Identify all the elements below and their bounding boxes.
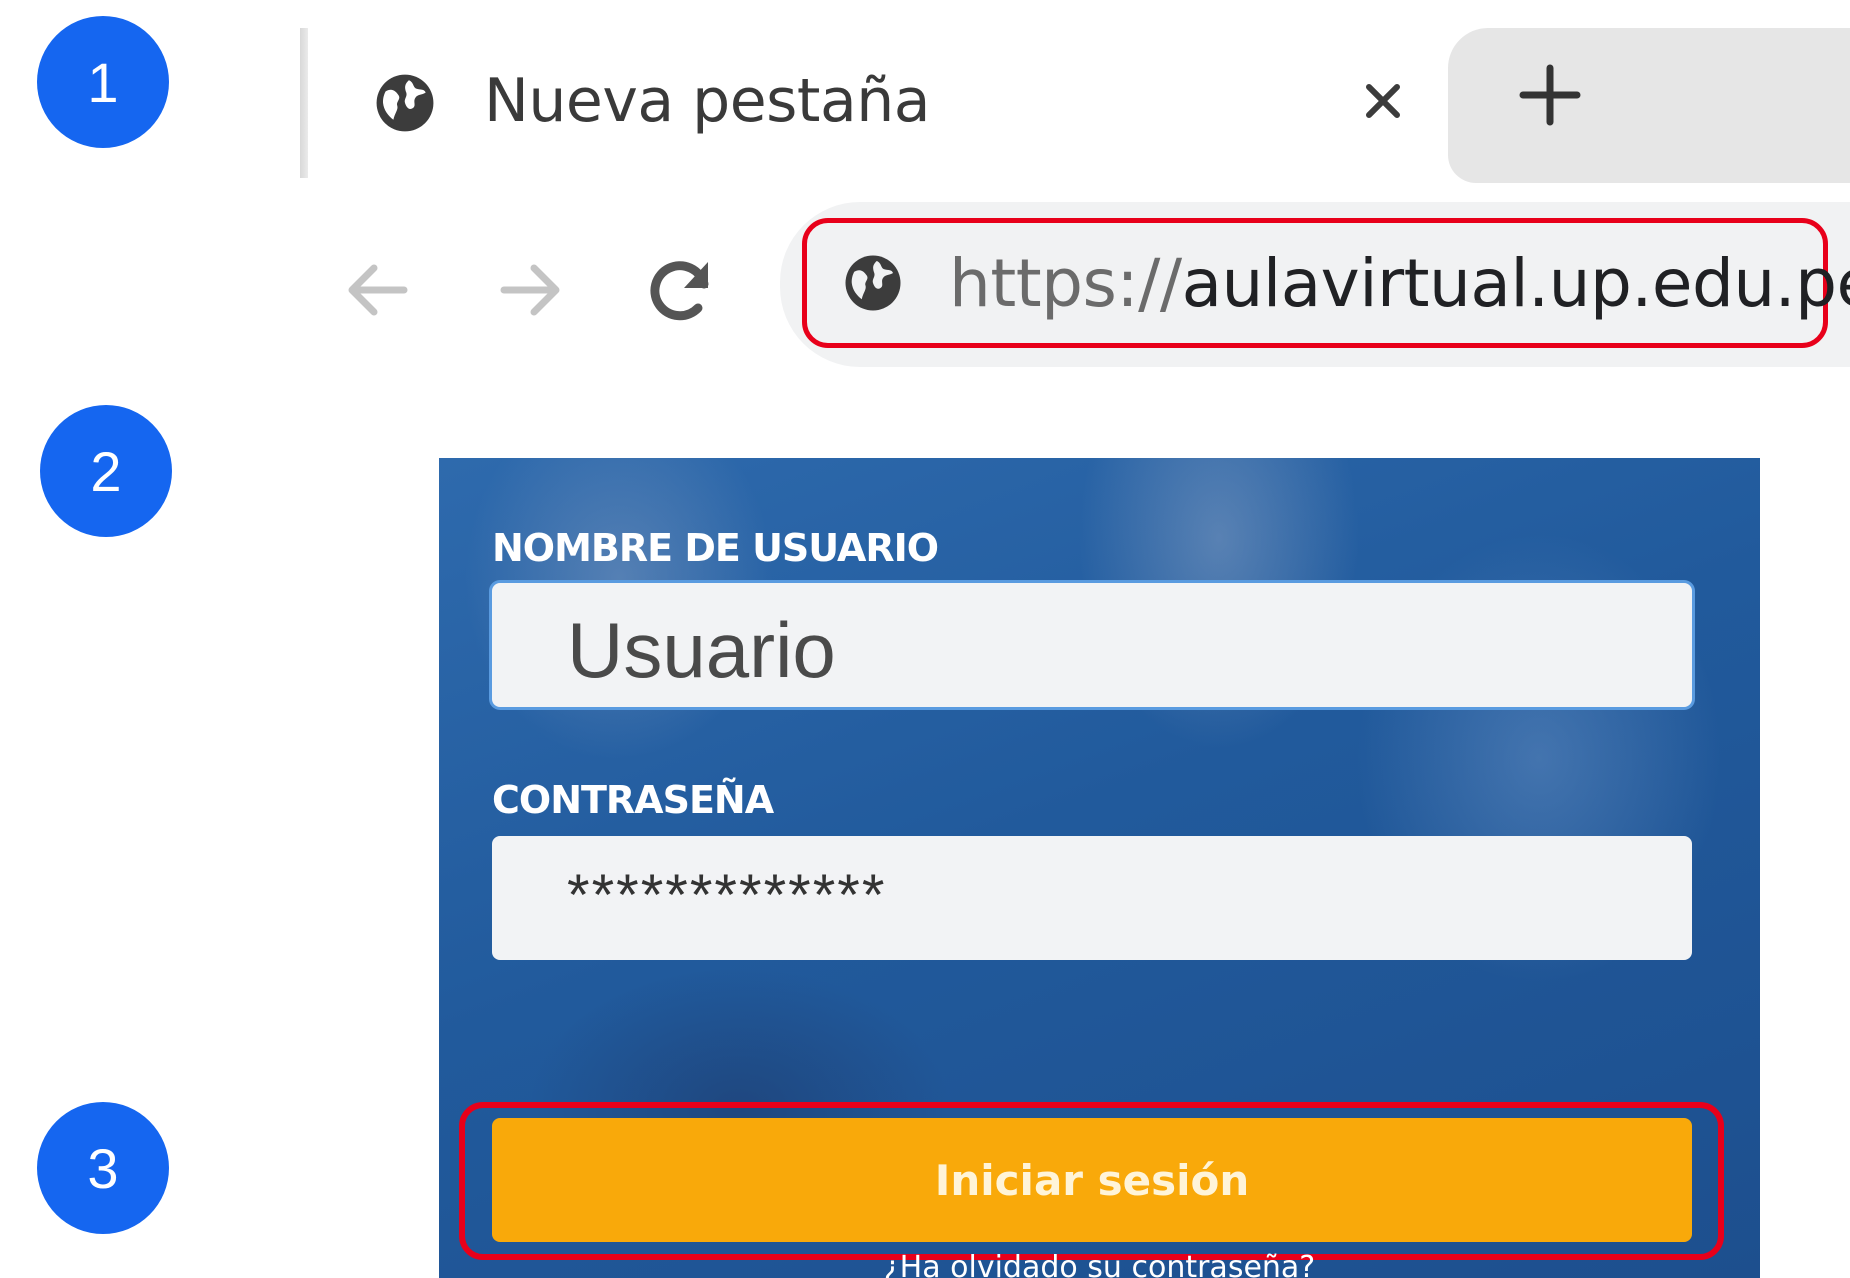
password-field[interactable]: ************* [492,836,1692,960]
globe-icon [376,74,434,132]
close-icon [1366,84,1400,118]
reload-button[interactable] [640,250,720,330]
username-label: NOMBRE DE USUARIO [492,526,939,570]
address-bar[interactable]: https://aulavirtual.up.edu.pe/ [802,218,1850,348]
back-button[interactable] [338,250,418,330]
password-label: CONTRASEÑA [492,778,774,822]
forgot-password-link[interactable]: ¿Ha olvidado su contraseña? [439,1250,1760,1278]
username-value: Usuario [567,606,836,694]
url-domain: aulavirtual.up.edu.pe/ [1181,245,1850,322]
step-badge-2: 2 [40,405,172,537]
forward-button[interactable] [490,250,570,330]
login-button[interactable]: Iniciar sesión [492,1118,1692,1242]
username-field[interactable]: Usuario [492,583,1692,707]
tab-title: Nueva pestaña [484,66,931,136]
login-panel: NOMBRE DE USUARIO Usuario CONTRASEÑA ***… [439,458,1760,1278]
step-badge-3: 3 [37,1102,169,1234]
tab-strip [1448,28,1850,183]
step-badge-1: 1 [37,16,169,148]
browser-tab[interactable]: Nueva pestaña [308,28,1448,183]
globe-icon [845,255,901,311]
password-value: ************* [567,863,887,928]
url-scheme: https:// [949,245,1182,322]
new-tab-button[interactable] [1515,60,1585,130]
close-tab-button[interactable] [1348,66,1418,136]
url-text: https://aulavirtual.up.edu.pe/ [949,245,1850,322]
